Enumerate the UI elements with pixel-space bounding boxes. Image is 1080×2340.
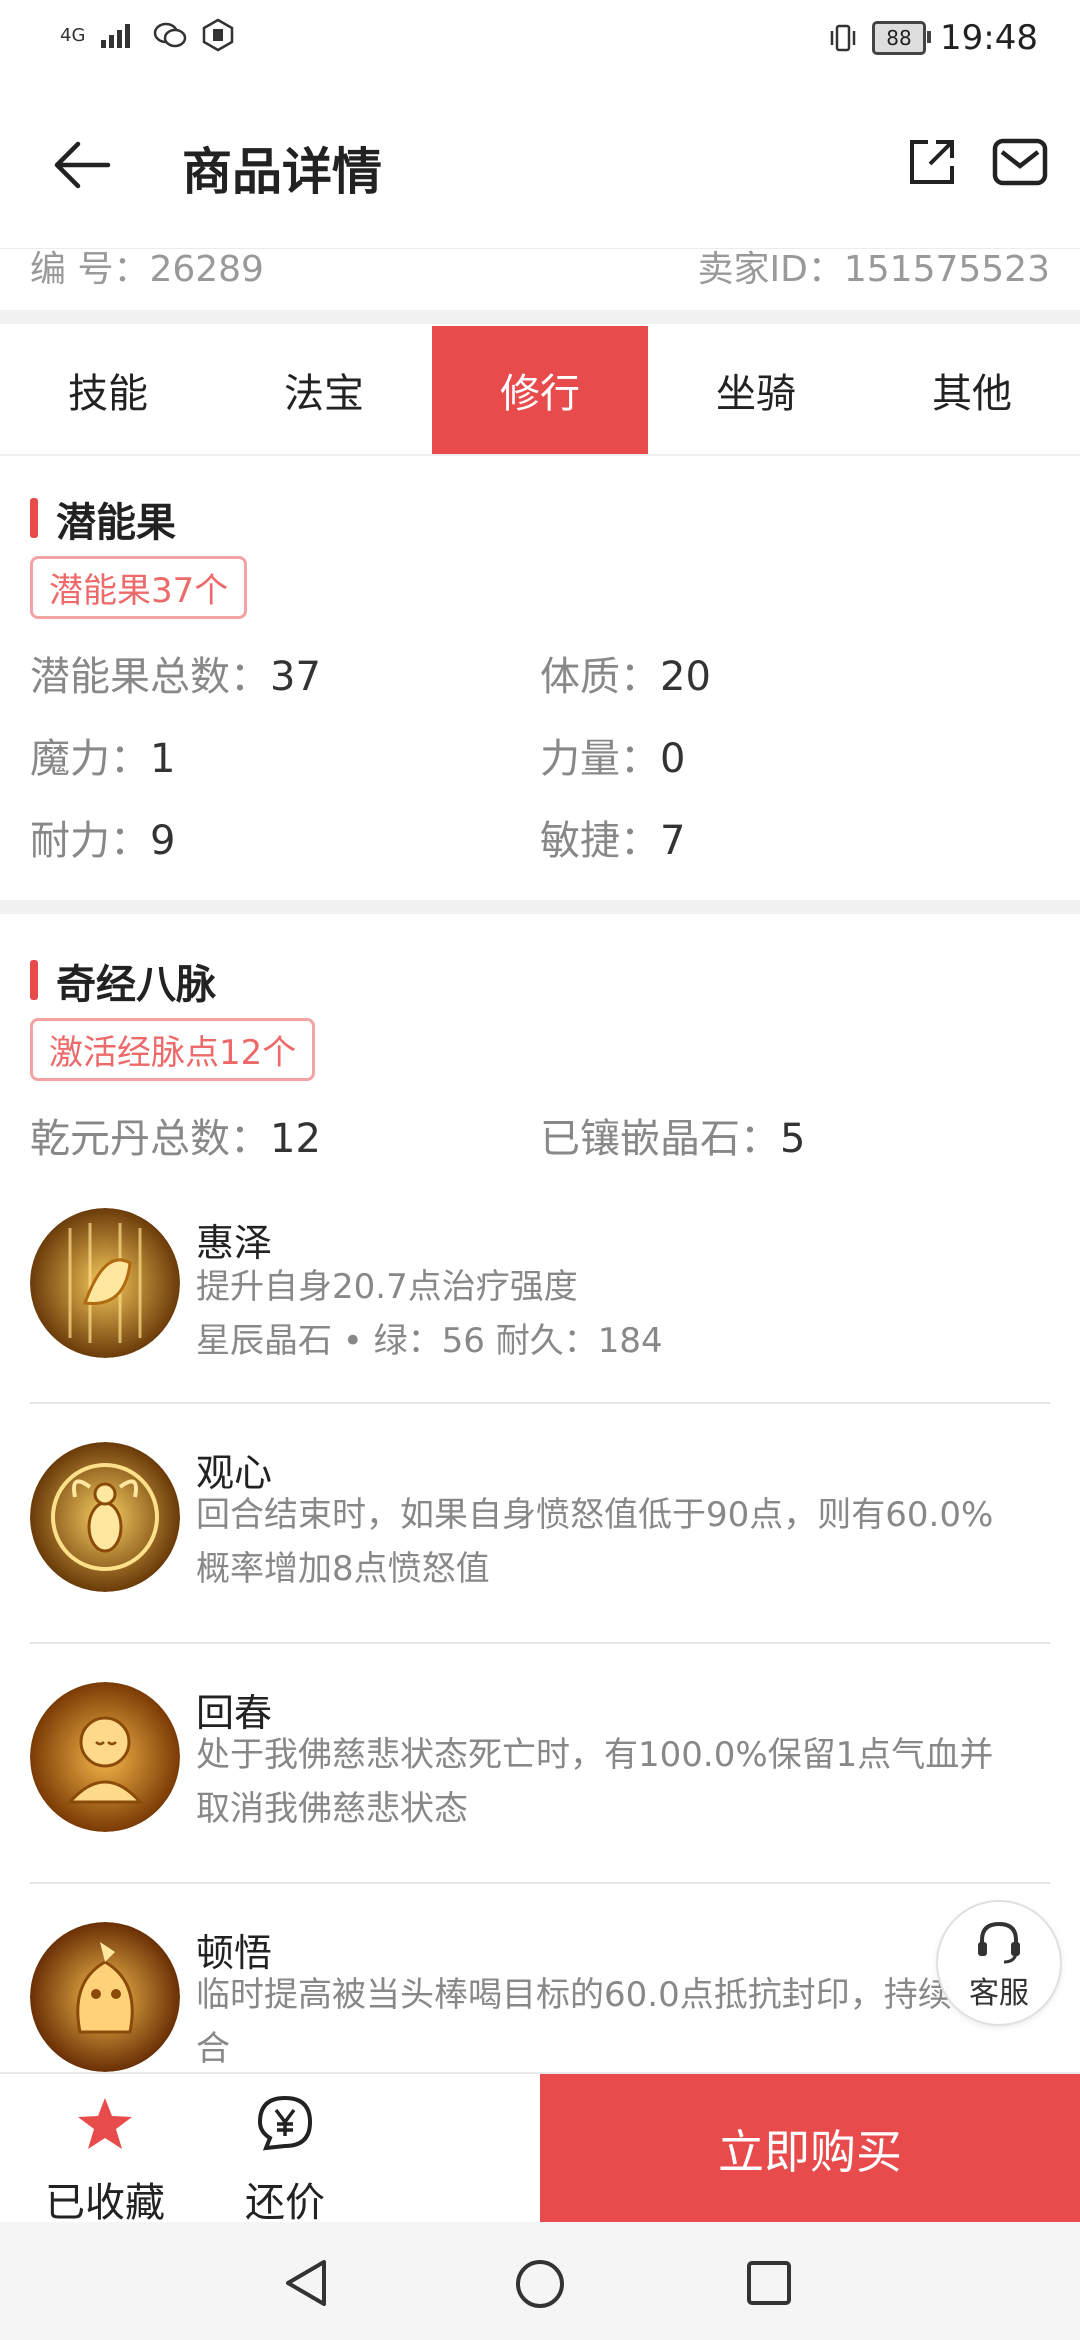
skill-desc-line: 取消我佛慈悲状态 xyxy=(196,1789,468,1829)
list-item: 顿悟 临时提高被当头棒喝目标的60.0点抵抗封印，持续 合 xyxy=(0,1922,1080,2072)
meridian-tag: 激活经脉点12个 xyxy=(30,1018,316,1081)
tab-mount[interactable]: 坐骑 xyxy=(648,326,864,454)
bee-skill-icon xyxy=(30,1442,180,1592)
stat-label: 乾元丹总数： xyxy=(30,1116,270,1162)
skill-desc-line: 处于我佛慈悲状态死亡时，有100.0%保留1点气血并 xyxy=(196,1735,994,1775)
stat-potential-total: 潜能果总数：37 xyxy=(30,644,321,702)
customer-service-label: 客服 xyxy=(969,1976,1029,2011)
customer-service-button[interactable]: 客服 xyxy=(936,1900,1062,2026)
battery-level: 88 xyxy=(886,26,912,50)
status-bar: 4G 88 19:48 xyxy=(0,0,1080,80)
skill-desc-line: 合 xyxy=(196,2029,230,2069)
stat-label: 潜能果总数： xyxy=(30,654,270,700)
stat-agility: 敏捷：7 xyxy=(540,808,685,866)
stat-value: 7 xyxy=(660,818,686,864)
network-label: 4G xyxy=(60,24,86,46)
page-title: 商品详情 xyxy=(182,143,382,201)
list-item: 惠泽 提升自身20.7点治疗强度 星辰晶石 • 绿：56 耐久：184 xyxy=(0,1208,1080,1402)
star-icon xyxy=(78,2098,132,2149)
vibrate-icon xyxy=(830,24,856,52)
signal-icon xyxy=(101,24,131,48)
headset-icon xyxy=(978,1921,1020,1964)
stat-value: 1 xyxy=(150,736,176,782)
system-nav-bar xyxy=(0,2222,1080,2340)
skill-desc-line: 提升自身20.7点治疗强度 xyxy=(196,1267,578,1307)
buy-now-button[interactable]: 立即购买 xyxy=(540,2074,1080,2224)
nav-back-icon[interactable] xyxy=(284,2258,328,2308)
item-number: 编 号：26289 xyxy=(30,249,264,290)
tab-bar: 技能 法宝 修行 坐骑 其他 xyxy=(0,326,1080,456)
list-item: 回春 处于我佛慈悲状态死亡时，有100.0%保留1点气血并 取消我佛慈悲状态 xyxy=(0,1682,1080,1872)
leaf-skill-icon xyxy=(30,1208,180,1358)
stat-value: 12 xyxy=(270,1116,321,1162)
stat-qianyuan-total: 乾元丹总数：12 xyxy=(30,1106,321,1164)
favorite-label: 已收藏 xyxy=(45,2180,165,2226)
clock: 19:48 xyxy=(940,18,1038,58)
item-id-row: 编 号：26289 卖家ID：151575523 xyxy=(0,240,1080,310)
skill-name: 惠泽 xyxy=(196,1221,273,1265)
nav-recents-icon[interactable] xyxy=(746,2260,792,2306)
bargain-label: 还价 xyxy=(245,2180,325,2226)
divider xyxy=(30,1882,1050,1884)
stat-strength: 力量：0 xyxy=(540,726,685,784)
tab-cultivation[interactable]: 修行 xyxy=(432,326,648,454)
skill-desc-line: 概率增加8点愤怒值 xyxy=(196,1549,490,1589)
stat-label: 耐力： xyxy=(30,818,150,864)
stat-constitution: 体质：20 xyxy=(540,644,711,702)
status-right: 88 19:48 xyxy=(828,18,1038,58)
section-separator xyxy=(0,900,1080,914)
message-icon[interactable] xyxy=(992,138,1048,186)
skill-desc: 提升自身20.7点治疗强度 星辰晶石 • 绿：56 耐久：184 xyxy=(196,1260,1036,1368)
yuan-chat-icon xyxy=(257,2095,313,2151)
section-title-meridian: 奇经八脉 xyxy=(30,952,216,1010)
list-item: 观心 回合结束时，如果自身愤怒值低于90点，则有60.0% 概率增加8点愤怒值 xyxy=(0,1442,1080,1632)
battery-icon: 88 xyxy=(872,21,932,55)
seller-id: 卖家ID：151575523 xyxy=(697,249,1050,290)
spirit-skill-icon xyxy=(30,1922,180,2072)
skill-desc: 回合结束时，如果自身愤怒值低于90点，则有60.0% 概率增加8点愤怒值 xyxy=(196,1488,1036,1596)
bottom-action-bar: 已收藏 还价 立即购买 xyxy=(0,2072,1080,2226)
bargain-button[interactable]: 还价 xyxy=(210,2074,360,2226)
stat-inlaid-crystals: 已镶嵌晶石：5 xyxy=(540,1106,805,1164)
divider xyxy=(30,1402,1050,1404)
wechat-icon xyxy=(154,22,187,48)
stat-value: 0 xyxy=(660,736,686,782)
skill-desc: 处于我佛慈悲状态死亡时，有100.0%保留1点气血并 取消我佛慈悲状态 xyxy=(196,1728,1036,1836)
status-left: 4G xyxy=(60,18,235,52)
monk-skill-icon xyxy=(30,1682,180,1832)
stat-value: 20 xyxy=(660,654,711,700)
stat-label: 体质： xyxy=(540,654,660,700)
stat-value: 5 xyxy=(780,1116,806,1162)
stat-label: 敏捷： xyxy=(540,818,660,864)
stat-magic: 魔力：1 xyxy=(30,726,175,784)
stat-label: 魔力： xyxy=(30,736,150,782)
stat-endurance: 耐力：9 xyxy=(30,808,175,866)
divider xyxy=(30,1642,1050,1644)
hand-icon xyxy=(203,18,234,52)
skill-desc-line: 回合结束时，如果自身愤怒值低于90点，则有60.0% xyxy=(196,1495,994,1535)
share-icon[interactable] xyxy=(906,136,958,188)
tab-skills[interactable]: 技能 xyxy=(0,326,216,454)
skill-desc: 临时提高被当头棒喝目标的60.0点抵抗封印，持续 合 xyxy=(196,1968,1036,2072)
skill-desc-line: 星辰晶石 • 绿：56 耐久：184 xyxy=(196,1321,663,1361)
stat-value: 37 xyxy=(270,654,321,700)
potential-tag: 潜能果37个 xyxy=(30,556,248,619)
tab-other[interactable]: 其他 xyxy=(864,326,1080,454)
favorite-button[interactable]: 已收藏 xyxy=(30,2074,180,2226)
nav-home-icon[interactable] xyxy=(514,2258,566,2310)
section-separator xyxy=(0,310,1080,324)
stat-label: 已镶嵌晶石： xyxy=(540,1116,780,1162)
skill-desc-line: 临时提高被当头棒喝目标的60.0点抵抗封印，持续 xyxy=(196,1975,952,2015)
stat-label: 力量： xyxy=(540,736,660,782)
stat-value: 9 xyxy=(150,818,176,864)
app-bar: 商品详情 xyxy=(0,80,1080,249)
section-title-potential: 潜能果 xyxy=(30,490,176,548)
back-arrow-icon[interactable] xyxy=(52,140,112,190)
tab-treasure[interactable]: 法宝 xyxy=(216,326,432,454)
